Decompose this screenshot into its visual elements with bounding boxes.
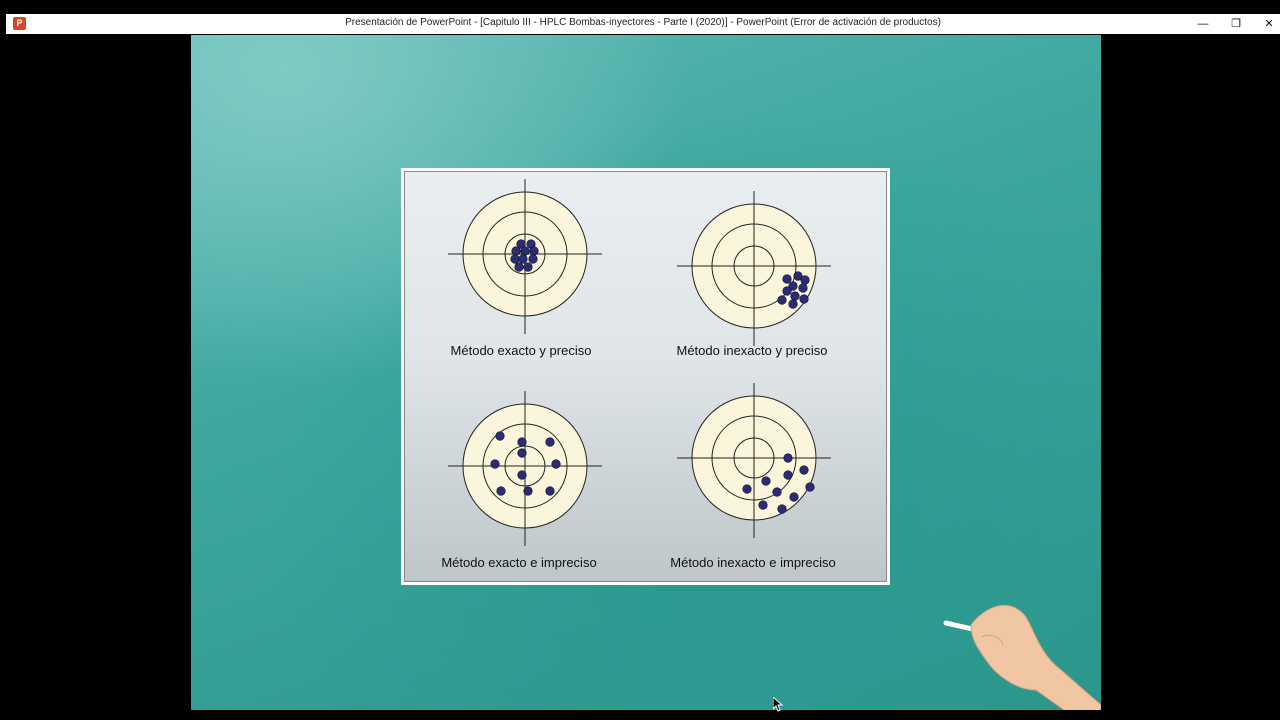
target-exact-imprecise xyxy=(448,391,602,546)
minimize-button[interactable]: — xyxy=(1186,14,1220,34)
caption-inexact-imprecise: Método inexacto e impreciso xyxy=(670,555,836,570)
restore-button[interactable]: ❐ xyxy=(1219,14,1253,34)
figure-panel: Método exacto y preciso Método inexacto … xyxy=(404,171,887,582)
caption-inexact-precise: Método inexacto y preciso xyxy=(676,343,828,358)
caption-exact-imprecise: Método exacto e impreciso xyxy=(441,555,597,570)
window-title: Presentación de PowerPoint - [Capitulo I… xyxy=(345,17,941,28)
hand-with-chalk-illustration xyxy=(943,605,1101,710)
mouse-cursor-icon xyxy=(773,697,784,712)
target-inexact-precise xyxy=(677,191,831,346)
target-exact-precise xyxy=(448,179,602,334)
close-button[interactable]: ✕ xyxy=(1252,14,1280,34)
accuracy-precision-figure: Método exacto y preciso Método inexacto … xyxy=(401,168,890,585)
caption-exact-precise: Método exacto y preciso xyxy=(450,343,592,358)
slide-canvas: Método exacto y preciso Método inexacto … xyxy=(191,35,1101,710)
target-inexact-imprecise xyxy=(677,383,831,538)
window-titlebar: P Presentación de PowerPoint - [Capitulo… xyxy=(6,14,1280,34)
